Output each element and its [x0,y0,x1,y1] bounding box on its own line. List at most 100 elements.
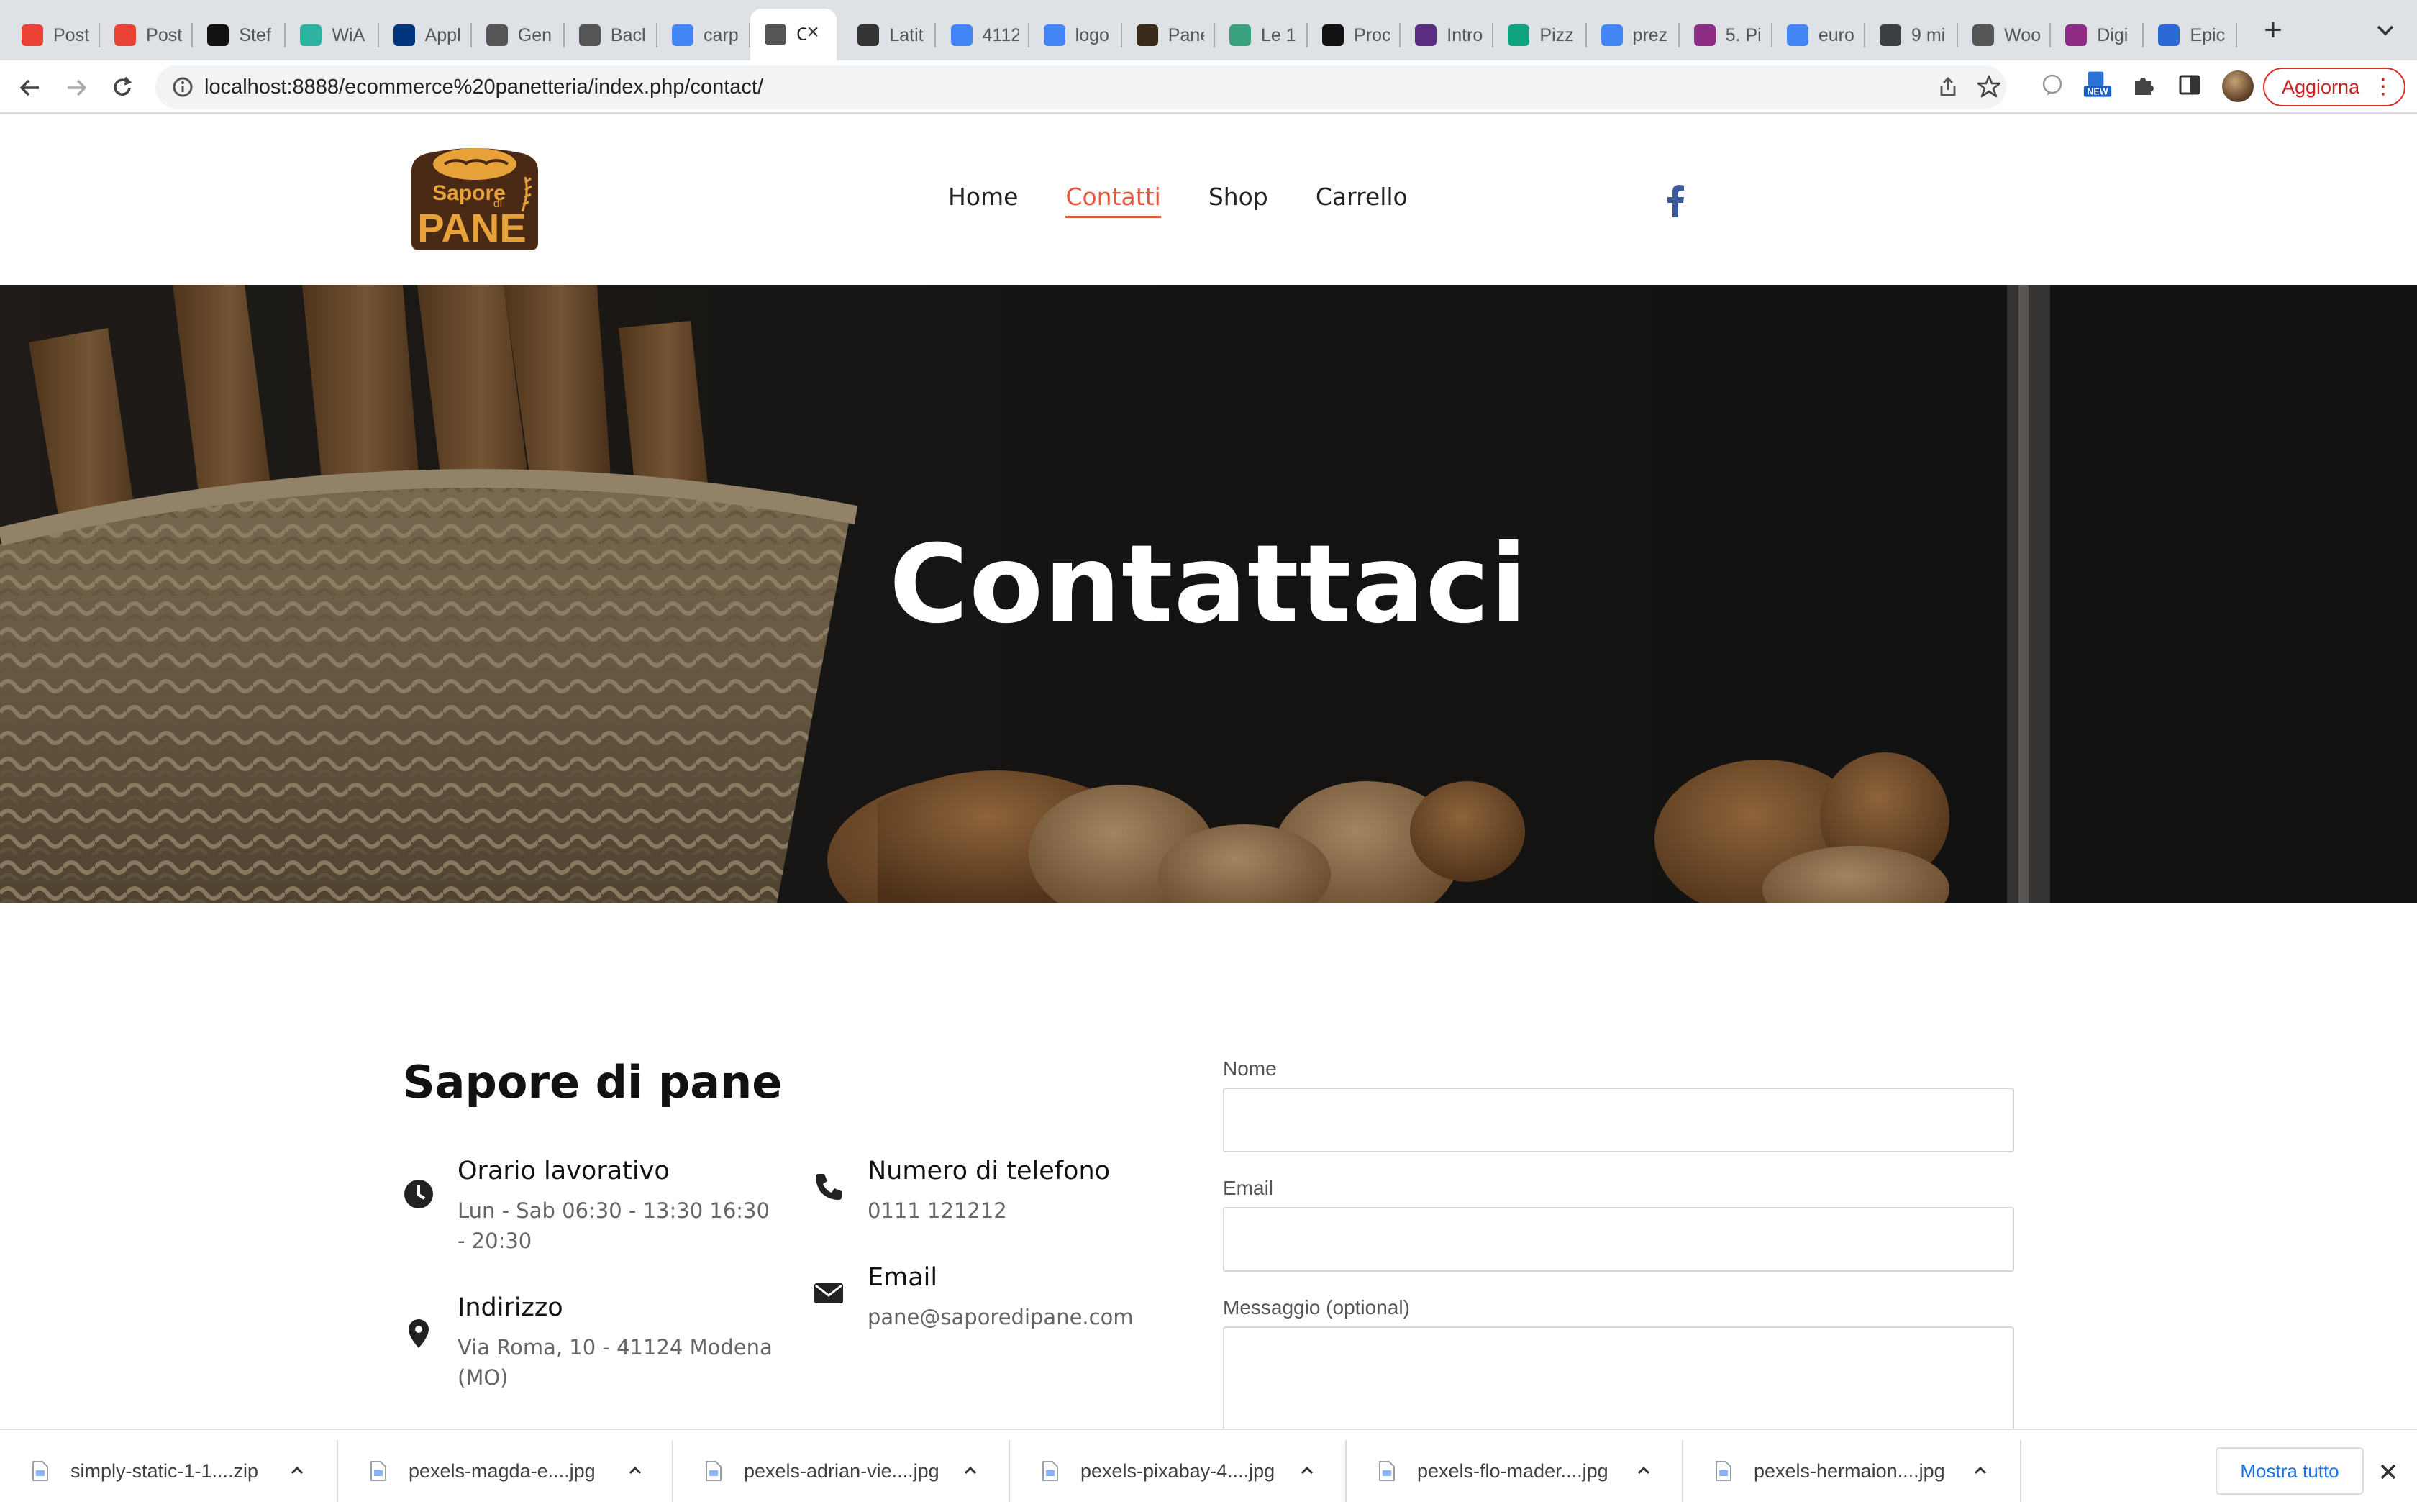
info-icon[interactable] [171,76,194,99]
instagram-button[interactable] [1719,163,1791,234]
facebook-icon [1657,180,1695,217]
address-block: Indirizzo Via Roma, 10 - 41124 Modena (M… [403,1293,777,1394]
update-button[interactable]: Aggiorna ⋮ [2263,68,2405,106]
github-icon [207,24,229,46]
email-input[interactable] [1223,1207,2014,1272]
browser-tab[interactable]: euro [1772,13,1865,58]
profile-avatar[interactable] [2222,70,2254,102]
email-value[interactable]: pane@saporedipane.com [868,1302,1184,1332]
nav-link-carrello[interactable]: Carrello [1316,183,1408,211]
nav-link-home[interactable]: Home [948,183,1018,211]
logo-text-bottom: PANE [417,205,526,250]
phone-block: Numero di telefono 0111 121212 [813,1157,1173,1229]
browser-tab[interactable]: Bacl [565,13,658,58]
download-item[interactable]: pexels-adrian-vie....jpg [673,1430,1010,1512]
download-item[interactable]: pexels-pixabay-4....jpg [1010,1430,1347,1512]
browser-tab[interactable]: Latit [843,13,937,58]
chevron-up-icon[interactable] [286,1460,308,1482]
share-icon[interactable] [1936,76,1959,99]
browser-tab[interactable]: Stef [193,13,286,58]
gmail-icon [22,24,43,46]
download-filename: pexels-flo-mader....jpg [1417,1459,1608,1482]
browser-tab[interactable]: Epic [2144,13,2237,58]
browser-tab[interactable]: Digi [2051,13,2144,58]
openai-icon [1415,24,1437,46]
download-item[interactable]: pexels-flo-mader....jpg [1347,1430,1683,1512]
browser-tab[interactable]: prez [1587,13,1680,58]
chevron-up-icon[interactable] [1633,1460,1654,1482]
nav-link-shop[interactable]: Shop [1208,183,1268,211]
address-value: Via Roma, 10 - 41124 Modena (MO) [458,1335,773,1390]
epic-icon [2158,24,2180,46]
hours-block: Orario lavorativo Lun - Sab 06:30 - 13:3… [403,1157,777,1257]
forward-button[interactable] [60,72,92,104]
extensions-puzzle-icon[interactable] [2129,70,2158,99]
chevron-up-icon[interactable] [960,1460,981,1482]
tab-title: Stef [239,24,271,45]
browser-tab[interactable]: 4112 [937,13,1029,58]
show-all-downloads-button[interactable]: Mostra tutto [2216,1447,2364,1495]
browser-tab[interactable]: Proc [1308,13,1401,58]
tab-search-button[interactable] [2371,16,2400,45]
tab-title: Epic [2190,24,2226,45]
compass-icon [857,24,880,46]
browser-tab[interactable]: 5. Pi [1680,13,1772,58]
chevron-up-icon[interactable] [1296,1460,1318,1482]
star-icon[interactable] [1977,74,2001,99]
browser-tab[interactable]: Pizz [1493,13,1587,58]
download-filename: pexels-magda-e....jpg [409,1459,596,1482]
reload-button[interactable] [106,72,138,104]
download-filename: simply-static-1-1....zip [70,1459,259,1482]
browser-tab[interactable]: Post [100,13,194,58]
arrow-right-icon [68,79,87,96]
whatsapp-button[interactable] [1798,163,1870,234]
phone-icon [816,1174,842,1200]
tab-title: Gen [517,24,552,45]
browser-tab[interactable]: Woo [1958,13,2052,58]
browser-tab[interactable]: carp [657,13,751,58]
download-separator [2020,1440,2021,1502]
chatgpt-icon [486,24,508,46]
google-icon [1786,24,1808,46]
close-tab-icon[interactable]: × [802,22,824,43]
chevron-up-icon[interactable] [1970,1460,1991,1482]
browser-tab[interactable]: WiA [286,13,379,58]
extension-new-icon[interactable]: NEW [2083,70,2112,99]
browser-tab[interactable]: Intro [1401,13,1494,58]
download-item[interactable]: pexels-magda-e....jpg [338,1430,673,1512]
browser-tab[interactable]: 9 mi [1865,13,1959,58]
tab-title: Pizz [1539,24,1574,45]
message-textarea[interactable] [1223,1326,2014,1442]
download-item[interactable]: simply-static-1-1....zip [0,1430,338,1512]
arrow-left-icon [19,79,39,96]
browser-tab[interactable]: Appl [379,13,472,58]
instagram-icon [1738,181,1772,216]
chevron-up-icon[interactable] [624,1460,646,1482]
browser-tab[interactable]: Gen [472,13,565,58]
site-logo[interactable]: Sapore di PANE [403,142,547,252]
nav-link-contatti[interactable]: Contatti [1065,183,1162,218]
side-panel-icon[interactable] [2175,70,2204,99]
name-input[interactable] [1223,1088,2014,1152]
download-item[interactable]: pexels-hermaion....jpg [1683,1430,2021,1512]
tab-title: logo [1075,24,1109,45]
browser-tab[interactable]: logo [1029,13,1122,58]
browser-tab[interactable]: Pane [1122,13,1215,58]
gmail-icon [114,24,137,46]
tab-title: Latit [889,24,924,45]
close-download-bar-button[interactable] [2374,1457,2403,1486]
tab-title: 5. Pi [1725,24,1762,45]
tab-title: euro [1818,24,1854,45]
browser-tab[interactable]: Post [7,13,101,58]
extension-chat-icon[interactable] [2038,70,2067,99]
new-tab-button[interactable]: + [2259,14,2288,46]
address-bar[interactable]: localhost:8888/ecommerce%20panetteria/in… [155,65,2006,109]
chatgpt-icon [578,24,601,46]
browser-tab[interactable]: C × [750,9,837,60]
back-button[interactable] [14,72,46,104]
browser-tab[interactable]: Le 1 [1215,13,1308,58]
tab-title: prez [1632,24,1668,45]
wordpress-icon [1972,24,1995,46]
reload-icon [114,76,132,96]
facebook-button[interactable] [1640,163,1712,234]
